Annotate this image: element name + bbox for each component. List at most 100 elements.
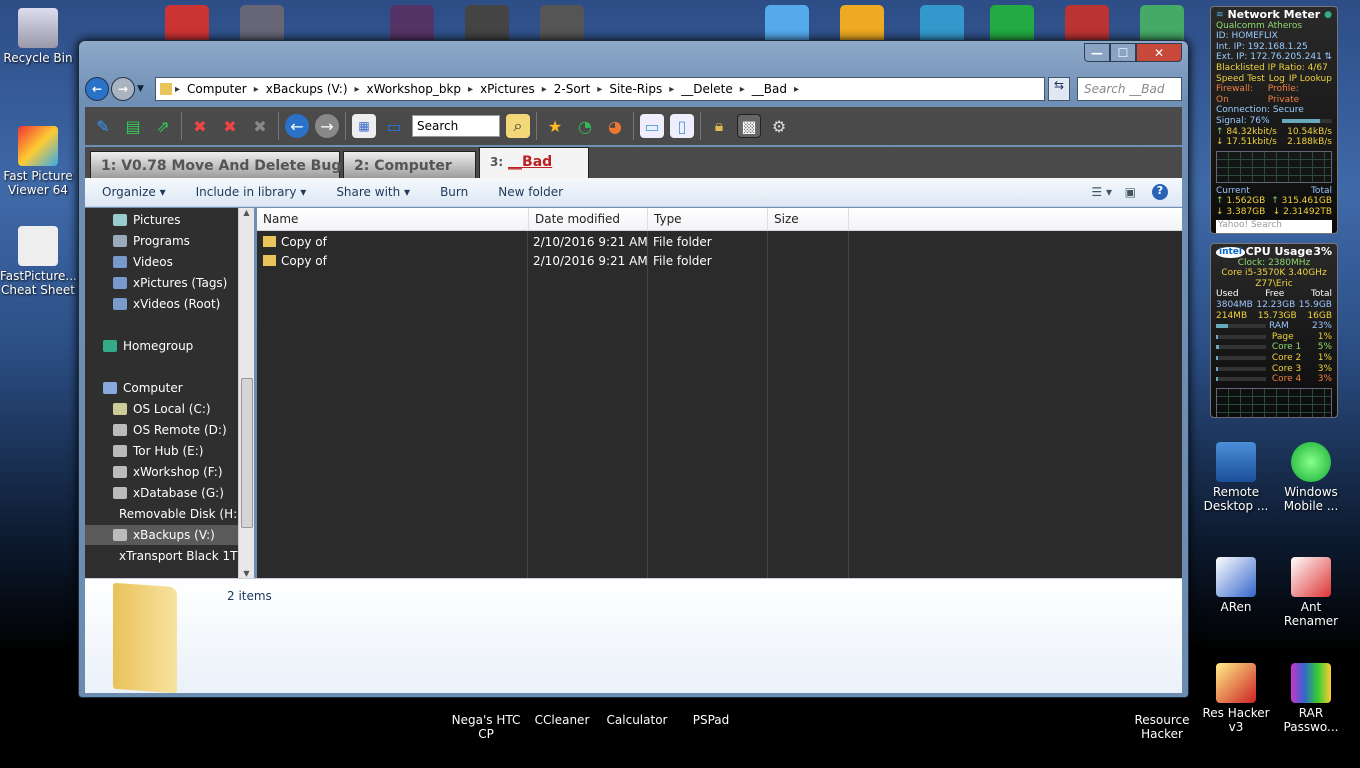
desktop-icon-res-hacker[interactable]: Res Hacker v3 [1198,663,1274,734]
breadcrumb-xworkshop-bkp[interactable]: xWorkshop_bkp [363,82,466,96]
delete-icon[interactable]: ✖ [188,114,212,138]
yahoo-search-input[interactable]: Yahoo! Search [1216,219,1332,233]
nav-item[interactable]: xBackups (V:) [85,525,238,545]
tab-3[interactable]: 3: __Bad [479,147,589,179]
desktop-icon-partial[interactable] [840,5,884,45]
back-icon[interactable]: ← [285,114,309,138]
minimize-button[interactable]: — [1084,43,1110,62]
search-input[interactable]: Search __Bad [1077,77,1182,101]
help-icon[interactable]: ? [1152,184,1168,200]
recent-pages-dropdown[interactable]: ▼ [137,84,144,94]
nav-item[interactable]: xVideos (Root) [85,294,238,314]
desktop-icon-ant-renamer[interactable]: Ant Renamer [1273,557,1349,628]
nav-item[interactable]: Pictures [85,210,238,230]
desktop-icon-partial[interactable] [765,5,809,45]
color-wheel-icon[interactable]: ◕ [603,114,627,138]
desktop-icon-partial[interactable] [240,5,284,45]
desktop-icon-partial[interactable] [465,5,509,45]
desktop-icon-partial[interactable] [165,5,209,45]
log-link[interactable]: Log [1269,74,1285,85]
preview-pane-toggle-icon[interactable]: ▣ [1125,185,1136,199]
organize-menu[interactable]: Organize ▾ [102,185,166,199]
nav-item[interactable]: xTransport Black 1TB [85,546,238,566]
breadcrumb-xbackups[interactable]: xBackups (V:) [262,82,352,96]
desktop-icon-recycle-bin[interactable]: Recycle Bin [0,8,76,65]
split-pane-icon[interactable]: ▯ [670,114,694,138]
forward-icon[interactable]: → [315,114,339,138]
desktop-icon-partial[interactable] [1140,5,1184,45]
refresh-button[interactable]: ⇆ [1048,77,1070,101]
include-in-library-menu[interactable]: Include in library ▾ [196,185,307,199]
nav-item[interactable]: Removable Disk (H:) [85,504,238,524]
breadcrumb-xpictures[interactable]: xPictures [476,82,539,96]
ip-lookup-link[interactable]: IP Lookup [1289,74,1332,85]
pin-icon[interactable]: ✎ [91,114,115,138]
nav-item[interactable]: Programs [85,231,238,251]
desktop-icon-resource-hacker[interactable]: Resource Hacker [1124,713,1200,741]
breadcrumb-bad[interactable]: __Bad [748,82,791,96]
nav-item[interactable]: OS Local (C:) [85,399,238,419]
speed-test-link[interactable]: Speed Test [1216,74,1265,85]
history-icon[interactable]: ◔ [573,114,597,138]
desktop-icon-partial[interactable] [1065,5,1109,45]
desktop-icon-pspad[interactable]: PSPad [673,713,749,727]
view-mode-icon[interactable]: ▦ [352,114,376,138]
nav-item[interactable]: xWorkshop (F:) [85,462,238,482]
move-to-icon[interactable]: ⇗ [151,114,175,138]
nav-item[interactable]: Homegroup [85,336,238,356]
file-row[interactable]: Copy of 2/10/2016 9:21 AM File folder [257,251,1182,270]
nav-item[interactable]: Videos [85,252,238,272]
lock-icon[interactable]: 🔒︎ [707,114,731,138]
forward-button[interactable]: → [111,77,135,101]
maximize-button[interactable]: ☐ [1110,43,1136,62]
window-icon[interactable]: ▭ [382,114,406,138]
desktop-icon-partial[interactable] [920,5,964,45]
refresh-icon[interactable]: ⇅ [1324,52,1332,63]
desktop-icon-partial[interactable] [540,5,584,45]
favorites-star-icon[interactable]: ★ [543,114,567,138]
breadcrumb-site-rips[interactable]: Site-Rips [605,82,666,96]
tab-1[interactable]: 1: V0.78 Move And Delete Bug [90,151,341,179]
column-type[interactable]: Type [648,208,768,230]
filmstrip-icon[interactable]: ▩ [737,114,761,138]
desktop-icon-aren[interactable]: ARen [1198,557,1274,614]
desktop-icon-partial[interactable] [390,5,434,45]
desktop-icon-rar-password[interactable]: RAR Passwo... [1273,663,1349,734]
tab-2[interactable]: 2: Computer [343,151,476,179]
new-folder-button[interactable]: New folder [498,185,563,199]
close-button[interactable]: ✕ [1136,43,1182,62]
nav-item[interactable]: Computer [85,378,238,398]
nav-item[interactable]: OS Remote (D:) [85,420,238,440]
view-options-icon[interactable]: ☰ ▾ [1091,185,1112,199]
copy-to-icon[interactable]: ▤ [121,114,145,138]
delete-permanently-icon[interactable]: ✖ [218,114,242,138]
nav-item[interactable]: xDatabase (G:) [85,483,238,503]
desktop-icon-windows-mobile[interactable]: Windows Mobile ... [1273,442,1349,513]
desktop-icon-partial[interactable] [990,5,1034,45]
breadcrumb-computer[interactable]: Computer [183,82,251,96]
toolbar-search-input[interactable] [412,115,500,137]
nav-item[interactable]: Tor Hub (E:) [85,441,238,461]
desktop-icon-negas-htc-cp[interactable]: Nega's HTC CP [448,713,524,741]
nav-scrollbar[interactable]: ▲ ▼ [238,208,254,578]
desktop-icon-cheat-sheet[interactable]: FastPicture... Cheat Sheet [0,226,77,297]
nav-item[interactable]: xPictures (Tags) [85,273,238,293]
burn-button[interactable]: Burn [440,185,468,199]
desktop-icon-fast-picture-viewer[interactable]: Fast Picture Viewer 64 [0,126,76,197]
desktop-icon-remote-desktop[interactable]: Remote Desktop ... [1198,442,1274,513]
column-name[interactable]: Name [257,208,529,230]
back-button[interactable]: ← [85,77,109,101]
find-icon[interactable]: ⌕ [506,114,530,138]
delete-disabled-icon[interactable]: ✖ [248,114,272,138]
preview-pane-icon[interactable]: ▭ [640,114,664,138]
breadcrumb-delete[interactable]: __Delete [677,82,736,96]
share-with-menu[interactable]: Share with ▾ [336,185,410,199]
address-bar[interactable]: ▸ Computer ▸ xBackups (V:) ▸ xWorkshop_bkp… [155,77,1045,101]
breadcrumb-2-sort[interactable]: 2-Sort [550,82,595,96]
column-date-modified[interactable]: Date modified [529,208,648,230]
desktop-icon-calculator[interactable]: Calculator [599,713,675,727]
column-size[interactable]: Size [768,208,849,230]
file-row[interactable]: Copy of 2/10/2016 9:21 AM File folder [257,232,1182,251]
desktop-icon-ccleaner[interactable]: CCleaner [524,713,600,727]
settings-gear-icon[interactable]: ⚙ [767,114,791,138]
